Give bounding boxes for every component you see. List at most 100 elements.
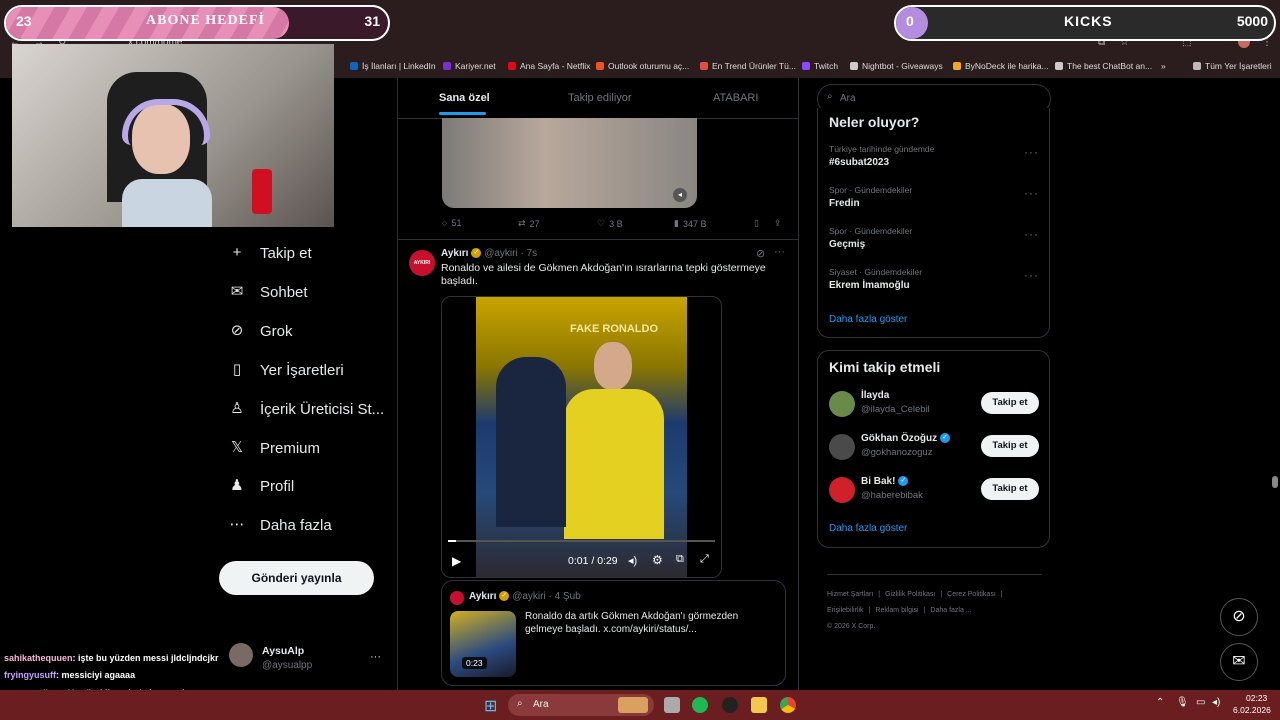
clock-time[interactable]: 02:23 (1246, 693, 1267, 703)
sidebar-item[interactable]: ✉ Sohbet (228, 283, 308, 301)
sidebar-item[interactable]: ♙ İçerik Üreticisi St... (228, 400, 384, 418)
follow-button[interactable]: Takip et (981, 435, 1039, 457)
steam-icon[interactable] (722, 697, 738, 713)
sidebar-item[interactable]: ▯ Yer İşaretleri (228, 361, 344, 379)
follow-handle[interactable]: @haberebibak (861, 490, 923, 501)
file-explorer-icon[interactable] (751, 697, 767, 713)
trend-more-icon[interactable]: ··· (1024, 145, 1039, 159)
windows-start-icon[interactable]: ⊞ (484, 696, 497, 716)
grok-float-icon[interactable]: ⊘ (1220, 598, 1258, 636)
clock-date[interactable]: 6.02.2026 (1233, 705, 1271, 715)
taskbar-search[interactable]: ⌕ Ara (508, 694, 654, 716)
bookmark-item[interactable]: Outlook oturumu aç... (596, 61, 689, 71)
quoted-post[interactable]: Aykırı ✓ @aykiri · 4 Şub 0:23 Ronaldo da … (441, 580, 786, 686)
bookmark-item[interactable]: Nightbot - Giveaways (850, 61, 943, 71)
post-video[interactable]: FAKE RONALDO ▶ 0:01 / 0:29 ◂) ⚙ ⧉ ⤢ (441, 296, 722, 578)
mute-icon[interactable]: ◂ (673, 188, 687, 202)
play-icon[interactable]: ▶ (452, 554, 461, 568)
like-action[interactable]: ♡ 3 B (597, 218, 623, 229)
tab-atabari[interactable]: ATABARI (713, 92, 758, 104)
bookmark-item[interactable]: Twitch (802, 61, 838, 71)
microphone-icon[interactable]: 🎙 (1176, 697, 1189, 708)
repost-action[interactable]: ⇄ 27 (518, 218, 540, 229)
sub-goal-current: 23 (16, 13, 32, 29)
settings-icon[interactable]: ⚙ (652, 553, 663, 567)
bookmark-favicon-icon (1055, 62, 1063, 70)
search-input[interactable]: Ara (840, 93, 856, 104)
trend-more-icon[interactable]: ··· (1024, 227, 1039, 241)
video-progress-track[interactable] (448, 540, 715, 542)
follow-avatar[interactable] (829, 477, 855, 503)
follow-avatar[interactable] (829, 391, 855, 417)
trend-name[interactable]: Geçmiş (829, 239, 865, 250)
sidebar-item[interactable]: ♟ Profil (228, 477, 294, 495)
follow-handle[interactable]: @ilayda_Celebil (861, 404, 930, 415)
sidebar-item[interactable]: ⊘ Grok (228, 322, 293, 340)
footer-link[interactable]: Reklam bilgisi (875, 607, 918, 614)
trend-name[interactable]: Fredin (829, 198, 860, 209)
sidebar-item[interactable]: ⋯ Daha fazla (228, 516, 332, 534)
footer-link[interactable]: Erişilebilirlik (827, 607, 864, 614)
trend-name[interactable]: Ekrem İmamoğlu (829, 280, 910, 291)
follow-name-row[interactable]: Gökhan Özoğuz ✓ (861, 433, 951, 444)
bookmark-item[interactable]: The best ChatBot an... (1055, 61, 1152, 71)
trend-more-icon[interactable]: ··· (1024, 268, 1039, 282)
taskbar-search-input[interactable]: Ara (533, 699, 549, 710)
grok-icon[interactable]: ⊘ (756, 247, 765, 260)
views-action[interactable]: ▮ 347 B (674, 218, 706, 229)
follow-button[interactable]: Takip et (981, 478, 1039, 500)
footer-link[interactable]: Hizmet Şartları (827, 591, 873, 598)
bookmark-label: İş İlanları | LinkedIn (362, 61, 436, 71)
spotify-icon[interactable] (692, 697, 708, 713)
bookmark-item[interactable]: Ana Sayfa - Netflix (508, 61, 590, 71)
all-bookmarks-folder[interactable]: Tüm Yer İşaretleri (1193, 61, 1272, 71)
share-icon[interactable]: ⇪ (774, 218, 782, 229)
follow-name-row[interactable]: İlayda (861, 390, 889, 401)
tab-for-you[interactable]: Sana özel (439, 92, 490, 104)
network-icon[interactable]: ▭ (1196, 697, 1205, 708)
footer-link[interactable]: Gizlilik Politikası (885, 591, 935, 598)
account-avatar[interactable] (229, 643, 253, 667)
follow-button[interactable]: Takip et (981, 392, 1039, 414)
footer-link[interactable]: © 2026 X Corp. (827, 623, 875, 630)
post-time[interactable]: · 7s (520, 248, 537, 259)
trends-show-more[interactable]: Daha fazla göster (829, 314, 907, 325)
account-menu-icon[interactable]: ··· (370, 651, 381, 663)
post-avatar[interactable]: AYKIRI (409, 250, 435, 276)
task-view-icon[interactable] (664, 697, 680, 713)
bookmark-item[interactable]: İş İlanları | LinkedIn (350, 61, 436, 71)
sub-goal-bar: 23 ABONE HEDEFİ 31 (4, 5, 390, 41)
post-button[interactable]: Gönderi yayınla (219, 561, 374, 595)
post-handle[interactable]: @aykiri (484, 248, 518, 259)
bookmark-item[interactable]: En Trend Ürünler Tü... (700, 61, 796, 71)
fullscreen-icon[interactable]: ⤢ (700, 553, 709, 566)
volume-icon[interactable]: ◂) (1212, 697, 1220, 708)
scrollbar-thumb[interactable] (1272, 476, 1278, 488)
follow-avatar[interactable] (829, 434, 855, 460)
footer-link[interactable]: Çerez Politikası (947, 591, 996, 598)
trend-name[interactable]: #6subat2023 (829, 157, 889, 168)
bookmark-favicon-icon (700, 62, 708, 70)
sidebar-item[interactable]: + Takip et (228, 244, 312, 262)
post-more-icon[interactable]: ··· (774, 246, 785, 258)
footer-link[interactable]: Daha fazla ... (930, 607, 971, 614)
pip-icon[interactable]: ⧉ (676, 553, 684, 566)
post-author[interactable]: Aykırı (441, 248, 468, 259)
messages-float-icon[interactable]: ✉ (1220, 643, 1258, 681)
follow-name-row[interactable]: Bi Bak! ✓ (861, 476, 909, 487)
tray-overflow-icon[interactable]: ⌃ (1156, 697, 1164, 708)
trend-more-icon[interactable]: ··· (1024, 186, 1039, 200)
reply-action[interactable]: ○ 51 (442, 218, 461, 228)
volume-icon[interactable]: ◂) (628, 554, 637, 567)
verified-badge-icon: ✓ (940, 433, 951, 444)
tab-following[interactable]: Takip ediliyor (568, 92, 632, 104)
sidebar-item[interactable]: 𝕏 Premium (228, 439, 320, 457)
bookmark-item[interactable]: Kariyer.net (443, 61, 496, 71)
bookmark-item[interactable]: ByNoDeck ile harika... (953, 61, 1049, 71)
more-bookmarks-icon[interactable]: » (1161, 61, 1166, 71)
follow-show-more[interactable]: Daha fazla göster (829, 523, 907, 534)
chrome-icon[interactable] (780, 697, 796, 713)
bookmark-icon[interactable]: ▯ (754, 218, 759, 229)
follow-handle[interactable]: @gokhanozoguz (861, 447, 932, 458)
previous-post-media[interactable]: ◂ (442, 118, 697, 208)
